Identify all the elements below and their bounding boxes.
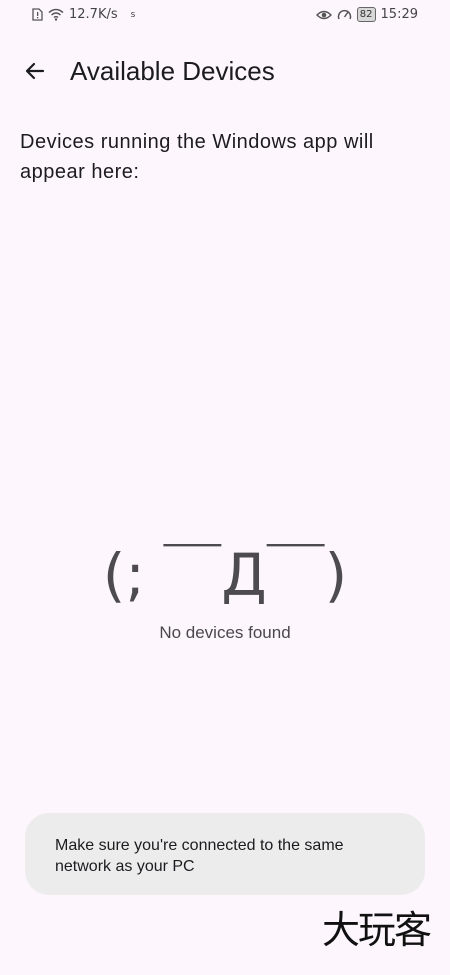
watermark-logo: 大玩客: [321, 908, 432, 952]
empty-state-face: (; ￣Д￣): [102, 541, 348, 609]
app-bar: Available Devices: [0, 46, 450, 94]
status-bar: 12.7K/s s 82 15:29: [0, 0, 450, 30]
speedometer-icon: [337, 8, 352, 22]
hint-card: Make sure you're connected to the same n…: [25, 813, 425, 895]
wifi-icon: [48, 8, 64, 21]
network-speed: 12.7K/s: [69, 7, 118, 22]
eye-icon: [315, 9, 332, 21]
page-title: Available Devices: [70, 56, 275, 86]
clock: 15:29: [380, 7, 418, 22]
status-right: 82 15:29: [315, 7, 418, 22]
arrow-left-icon: [23, 59, 47, 83]
status-indicator: s: [130, 9, 136, 20]
hint-card-text: Make sure you're connected to the same n…: [55, 837, 344, 875]
status-left: 12.7K/s s: [32, 7, 135, 22]
description-text: Devices running the Windows app will app…: [20, 131, 374, 183]
empty-state-message: No devices found: [159, 623, 291, 642]
battery-indicator: 82: [356, 7, 376, 22]
back-button[interactable]: [18, 54, 52, 88]
sim-alert-icon: [32, 8, 43, 21]
